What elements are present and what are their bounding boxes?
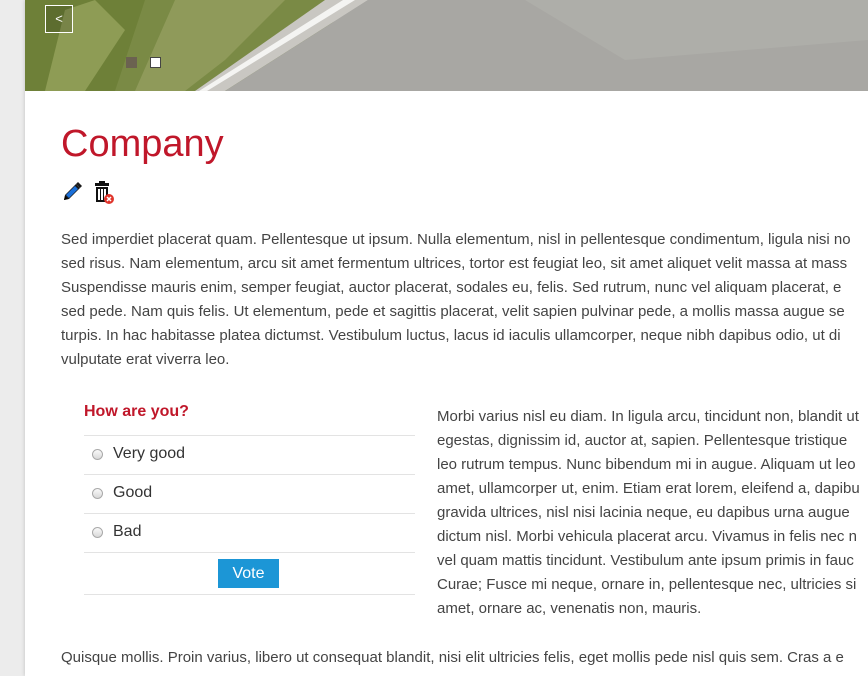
intro-paragraph: Sed imperdiet placerat quam. Pellentesqu… <box>61 228 851 372</box>
poll-question: How are you? <box>84 403 189 420</box>
text-line: Morbi varius nisl eu diam. In ligula arc… <box>437 408 859 425</box>
text-line: Sed imperdiet placerat quam. Pellentesqu… <box>61 231 851 248</box>
text-line: Curae; Fusce mi neque, ornare in, pellen… <box>437 576 857 593</box>
text-line: gravida ultrices, nisl nisi lacinia nequ… <box>437 504 850 521</box>
slider-dot-2[interactable] <box>150 57 161 68</box>
poll-option-good[interactable]: Good <box>84 474 415 513</box>
radio-button[interactable] <box>92 488 103 499</box>
vote-row: Vote <box>84 552 415 595</box>
radio-button[interactable] <box>92 449 103 460</box>
text-line: amet, ornare ac, venenatis non, mauris. <box>437 600 702 617</box>
text-line: dictum nisl. Morbi vehicula placerat arc… <box>437 528 857 545</box>
text-line: vel quam mattis tincidunt. Vestibulum an… <box>437 552 854 569</box>
text-line: leo rutrum tempus. Nunc bibendum mi in a… <box>437 456 856 473</box>
text-line: amet, ullamcorper ut, enim. Etiam erat l… <box>437 480 860 497</box>
text-line: egestas, dignissim id, auctor at, sapien… <box>437 432 848 449</box>
pencil-icon[interactable] <box>61 181 83 208</box>
hero-slider: < <box>25 0 868 91</box>
poll-option-bad[interactable]: Bad <box>84 513 415 552</box>
radio-button[interactable] <box>92 527 103 538</box>
text-line: sed pede. Nam quis felis. Ut elementum, … <box>61 303 845 320</box>
poll-option-label: Good <box>113 484 153 501</box>
bottom-paragraph: Quisque mollis. Proin varius, libero ut … <box>61 646 844 670</box>
text-line: sed risus. Nam elementum, arcu sit amet … <box>61 255 848 272</box>
side-paragraph: Morbi varius nisl eu diam. In ligula arc… <box>437 405 860 621</box>
page-title: Company <box>61 123 224 165</box>
text-line: turpis. In hac habitasse platea dictumst… <box>61 327 841 344</box>
trash-delete-icon[interactable] <box>92 181 116 210</box>
text-line: vulputate erat viverra leo. <box>61 351 230 368</box>
road-photo <box>25 0 868 91</box>
page: < Company Sed imperdiet placerat quam. P… <box>25 0 868 676</box>
slider-dot-1[interactable] <box>126 57 137 68</box>
poll-option-very-good[interactable]: Very good <box>84 435 415 474</box>
poll-option-label: Very good <box>113 445 186 462</box>
text-line: Suspendisse mauris enim, semper feugiat,… <box>61 279 842 296</box>
slider-prev-button[interactable]: < <box>45 5 73 33</box>
poll-option-label: Bad <box>113 523 142 540</box>
text-line: Quisque mollis. Proin varius, libero ut … <box>61 649 844 666</box>
vote-button[interactable]: Vote <box>218 559 279 588</box>
